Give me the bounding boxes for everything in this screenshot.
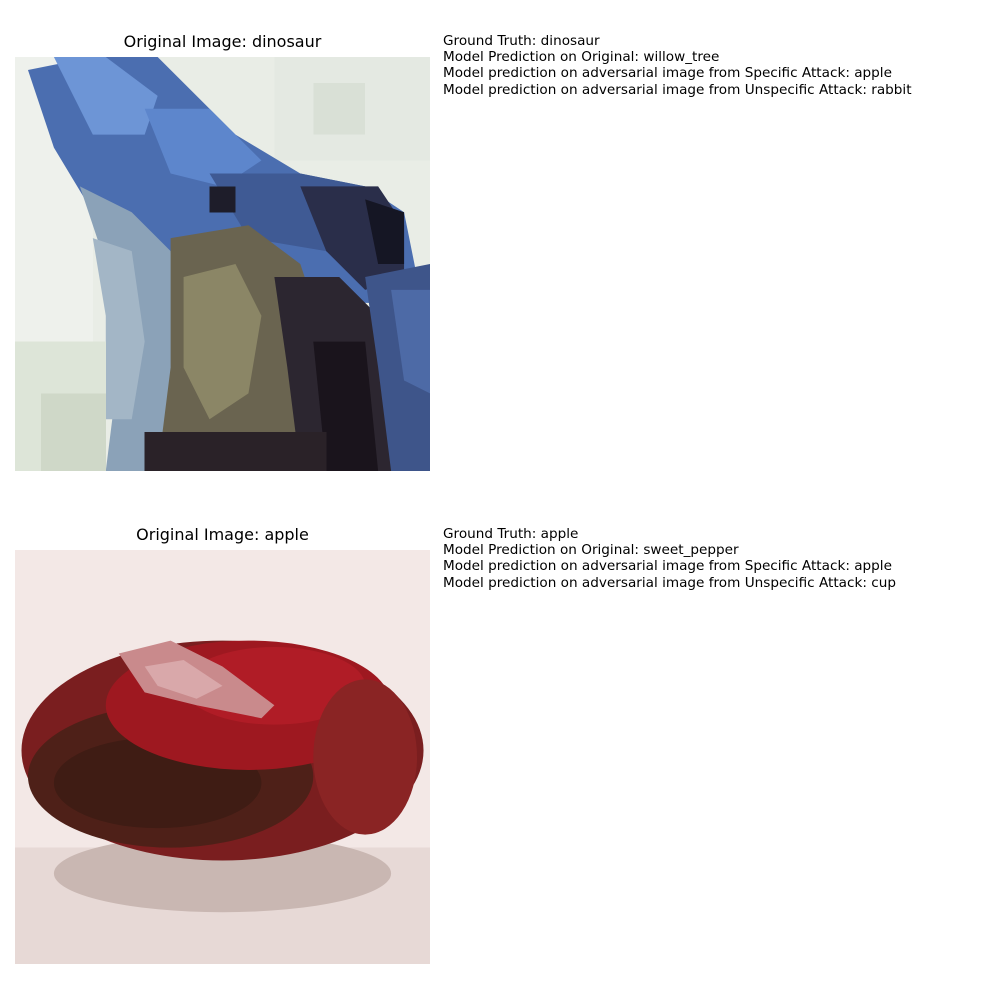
prediction-unspecific-attack-text: Model prediction on adversarial image fr…: [443, 574, 896, 591]
prediction-specific-attack-text: Model prediction on adversarial image fr…: [443, 65, 892, 82]
apple-image: [15, 550, 430, 964]
ground-truth-text: Ground Truth: dinosaur: [443, 33, 600, 49]
prediction-info: Ground Truth: apple Model Prediction on …: [443, 526, 896, 591]
image-title: Original Image: dinosaur: [123, 32, 322, 51]
sample-panel-dinosaur: Original Image: dinosaur Ground Truth: d…: [0, 0, 1000, 490]
prediction-original-text: Model Prediction on Original: sweet_pepp…: [443, 542, 739, 559]
sample-panel-apple: Original Image: apple Ground Truth: appl…: [0, 493, 1000, 983]
image-title: Original Image: apple: [136, 525, 309, 544]
dinosaur-image: [15, 57, 430, 471]
ground-truth-text: Ground Truth: apple: [443, 526, 579, 542]
prediction-specific-attack-text: Model prediction on adversarial image fr…: [443, 558, 892, 575]
prediction-original-text: Model Prediction on Original: willow_tre…: [443, 49, 720, 66]
prediction-unspecific-attack-text: Model prediction on adversarial image fr…: [443, 81, 912, 98]
prediction-info: Ground Truth: dinosaur Model Prediction …: [443, 33, 912, 98]
